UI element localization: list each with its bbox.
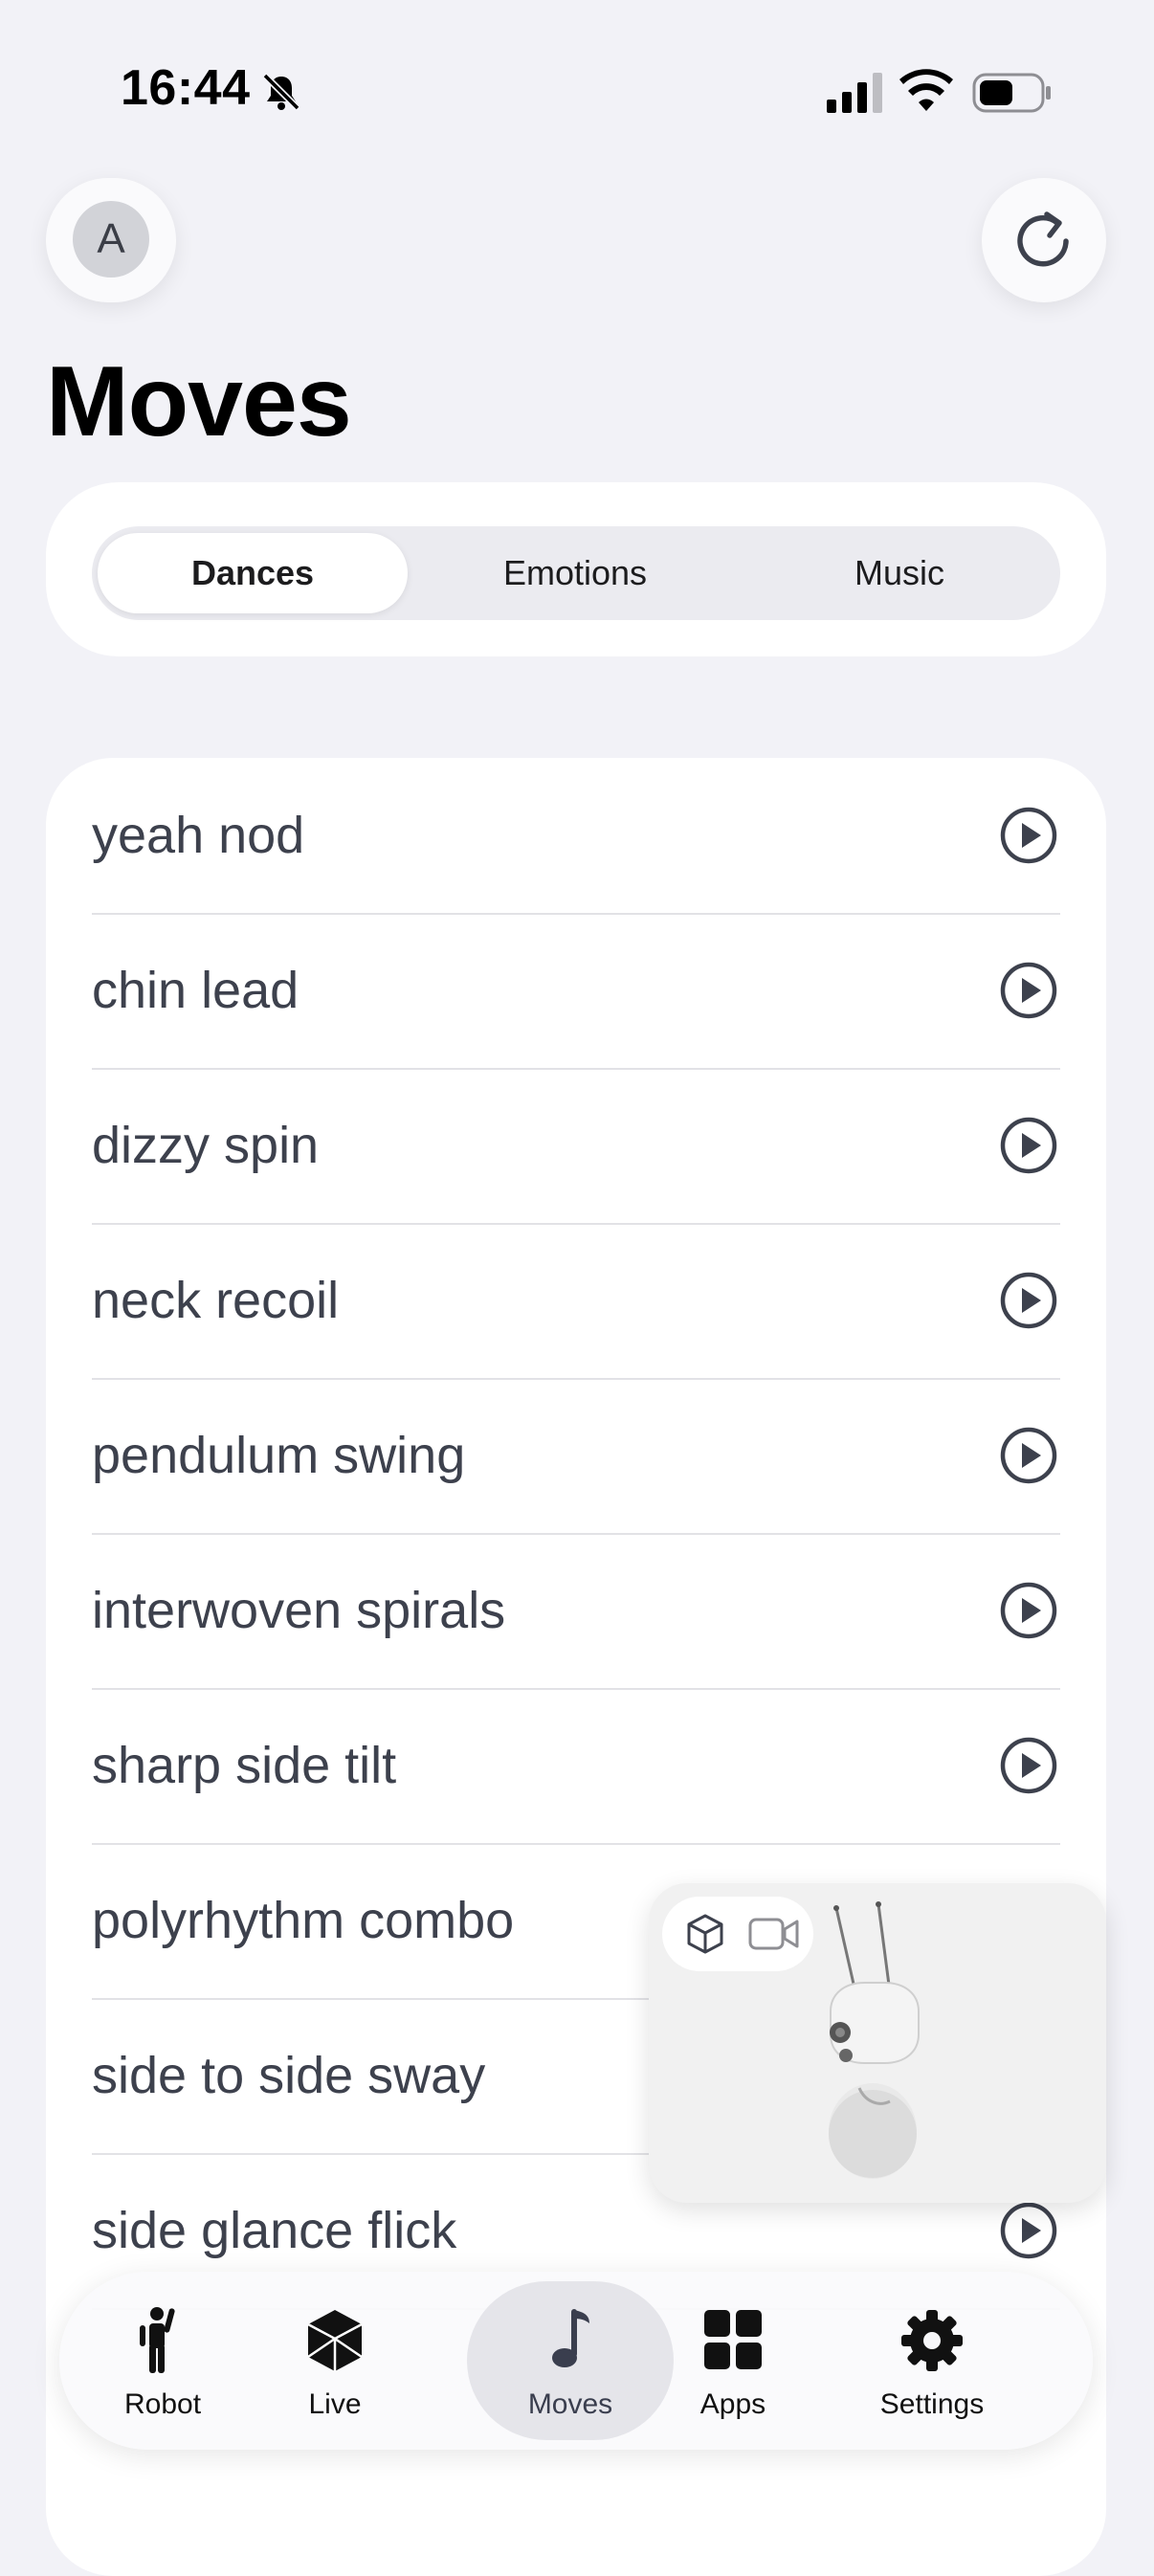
refresh-button[interactable] (982, 178, 1106, 302)
music-note-icon (552, 2309, 589, 2367)
play-circle-icon[interactable] (999, 1426, 1058, 1485)
3d-cube-icon[interactable] (683, 1912, 727, 1956)
move-name: sharp side tilt (92, 1737, 397, 1794)
gear-icon (901, 2310, 963, 2371)
move-name: interwoven spirals (92, 1582, 506, 1639)
robot-3d-model (829, 1901, 920, 2179)
list-item[interactable]: chin lead (92, 913, 1060, 1070)
segment-dances[interactable]: Dances (98, 533, 408, 613)
video-camera-icon[interactable] (748, 1916, 800, 1952)
preview-mode-switch (662, 1897, 813, 1971)
move-name: polyrhythm combo (92, 1892, 515, 1949)
play-circle-icon[interactable] (999, 1116, 1058, 1175)
list-item[interactable]: yeah nod (92, 758, 1060, 915)
bell-slash-icon (262, 73, 300, 111)
list-item[interactable]: pendulum swing (92, 1378, 1060, 1535)
page-title: Moves (46, 346, 352, 457)
segment-music[interactable]: Music (744, 533, 1054, 613)
wifi-icon (899, 69, 953, 111)
play-circle-icon[interactable] (999, 961, 1058, 1020)
profile-button[interactable]: A (46, 178, 176, 302)
bottom-tab-bar: Robot Live Moves Apps Settings (59, 2272, 1093, 2450)
move-name: chin lead (92, 962, 300, 1019)
status-time: 16:44 (121, 60, 251, 116)
play-circle-icon[interactable] (999, 806, 1058, 865)
cube-icon (307, 2310, 363, 2371)
tab-apps[interactable]: Apps (630, 2281, 836, 2440)
refresh-icon (1017, 211, 1069, 267)
tab-label: Settings (879, 2388, 985, 2420)
play-circle-icon[interactable] (999, 1271, 1058, 1330)
move-name: side to side sway (92, 2047, 486, 2104)
play-circle-icon[interactable] (999, 1736, 1058, 1795)
list-item[interactable]: interwoven spirals (92, 1533, 1060, 1690)
battery-icon (972, 73, 1051, 113)
tab-label: Apps (699, 2388, 766, 2420)
status-bar: 16:44 (0, 0, 1154, 182)
move-name: yeah nod (92, 807, 305, 864)
list-item[interactable]: neck recoil (92, 1223, 1060, 1380)
avatar: A (73, 201, 149, 278)
move-name: pendulum swing (92, 1427, 466, 1484)
category-segmented-control: Dances Emotions Music (46, 482, 1106, 656)
play-circle-icon[interactable] (999, 1581, 1058, 1640)
tab-live[interactable]: Live (232, 2281, 438, 2440)
play-circle-icon[interactable] (999, 2201, 1058, 2260)
person-waving-icon (140, 2307, 175, 2373)
grid-icon (704, 2310, 762, 2369)
segment-emotions[interactable]: Emotions (420, 533, 730, 613)
tab-label: Live (308, 2388, 362, 2420)
list-item[interactable]: dizzy spin (92, 1068, 1060, 1225)
move-name: dizzy spin (92, 1117, 320, 1174)
tab-settings[interactable]: Settings (829, 2281, 1035, 2440)
list-item[interactable]: sharp side tilt (92, 1688, 1060, 1845)
move-name: neck recoil (92, 1272, 340, 1329)
robot-preview-panel[interactable] (649, 1883, 1106, 2203)
cellular-signal-icon (827, 73, 882, 113)
segment-track: Dances Emotions Music (92, 526, 1060, 620)
